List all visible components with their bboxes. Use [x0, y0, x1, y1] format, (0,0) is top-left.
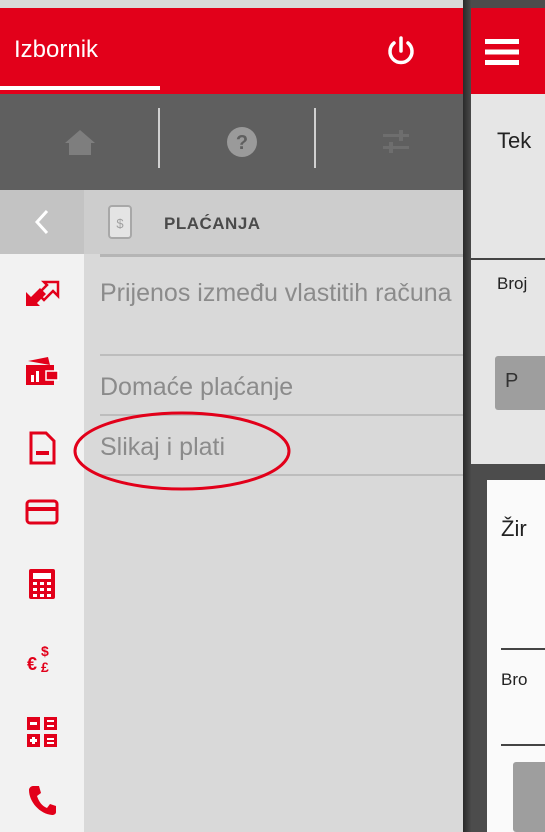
menu-item-domestic-payment[interactable]: Domaće plaćanje: [100, 370, 463, 404]
account-panel: Tek Broj P: [471, 94, 545, 464]
calculator-icon: [29, 569, 55, 599]
svg-text:$: $: [41, 643, 49, 659]
drawer-title: Izbornik: [14, 36, 99, 63]
drawer-shadow: [463, 0, 471, 832]
primary-button[interactable]: P: [495, 356, 545, 410]
card-button[interactable]: [513, 762, 545, 832]
divider: [501, 648, 545, 650]
primary-button-label: P: [505, 370, 519, 392]
main-app-panel: Tek Broj P Žir Bro: [471, 0, 545, 832]
settings-sliders-icon: [383, 130, 409, 153]
svg-text:€: €: [27, 654, 37, 674]
currency-exchange-icon: € $ £: [27, 643, 49, 675]
rail-item-calculator[interactable]: [22, 564, 62, 604]
payment-slip-icon: $: [108, 205, 132, 239]
divider: [100, 254, 463, 257]
quick-actions-bar: ?: [0, 94, 463, 190]
menu-item-own-transfer[interactable]: Prijenos između vlastitih računa: [100, 276, 463, 310]
divider: [158, 108, 160, 168]
wallet-icon: [26, 357, 59, 385]
home-button[interactable]: [56, 112, 104, 172]
navigation-drawer: Izbornik ? $ PLAĆANJA € $ £ Prijenos izm…: [0, 0, 463, 832]
active-tab-indicator: [0, 86, 160, 90]
section-header: $ PLAĆANJA: [0, 190, 463, 254]
chevron-left-icon: [34, 209, 49, 235]
rail-item-wallet[interactable]: [22, 352, 62, 392]
hamburger-menu-icon[interactable]: [485, 38, 519, 66]
back-button[interactable]: [0, 190, 84, 254]
rail-item-exchange[interactable]: € $ £: [22, 638, 62, 678]
drawer-header: Izbornik: [0, 8, 463, 94]
card-icon: [25, 499, 59, 525]
rail-item-cards[interactable]: [22, 492, 62, 532]
divider: [501, 744, 545, 746]
phone-icon: [29, 786, 56, 815]
divider: [100, 354, 463, 356]
help-icon: ?: [227, 127, 257, 157]
divider: [100, 474, 463, 476]
help-button[interactable]: ?: [218, 112, 266, 172]
home-icon: [65, 130, 95, 155]
svg-text:?: ?: [236, 132, 248, 154]
account-number-label: Broj: [497, 274, 528, 293]
svg-text:£: £: [41, 659, 49, 675]
account-title: Tek: [497, 128, 532, 153]
rail-item-services[interactable]: [22, 712, 62, 752]
card-title: Žir: [501, 516, 527, 541]
transfer-arrows-icon: [26, 280, 60, 306]
settings-button[interactable]: [372, 112, 420, 172]
power-icon[interactable]: [384, 34, 418, 68]
grid-icon: [27, 717, 57, 747]
app-header: [471, 8, 545, 94]
menu-item-snap-and-pay[interactable]: Slikaj i plati: [100, 430, 463, 464]
section-title: PLAĆANJA: [164, 214, 261, 233]
svg-text:$: $: [116, 216, 124, 231]
divider: [314, 108, 316, 168]
card-number-label: Bro: [501, 670, 528, 689]
giro-card: Žir Bro: [487, 480, 545, 832]
document-icon: [29, 431, 56, 465]
rail-item-transfers[interactable]: [22, 274, 62, 314]
category-icon-rail: € $ £: [0, 254, 84, 832]
rail-item-documents[interactable]: [22, 428, 62, 468]
divider: [471, 258, 545, 260]
rail-item-contact[interactable]: [22, 780, 62, 820]
divider: [100, 414, 463, 416]
